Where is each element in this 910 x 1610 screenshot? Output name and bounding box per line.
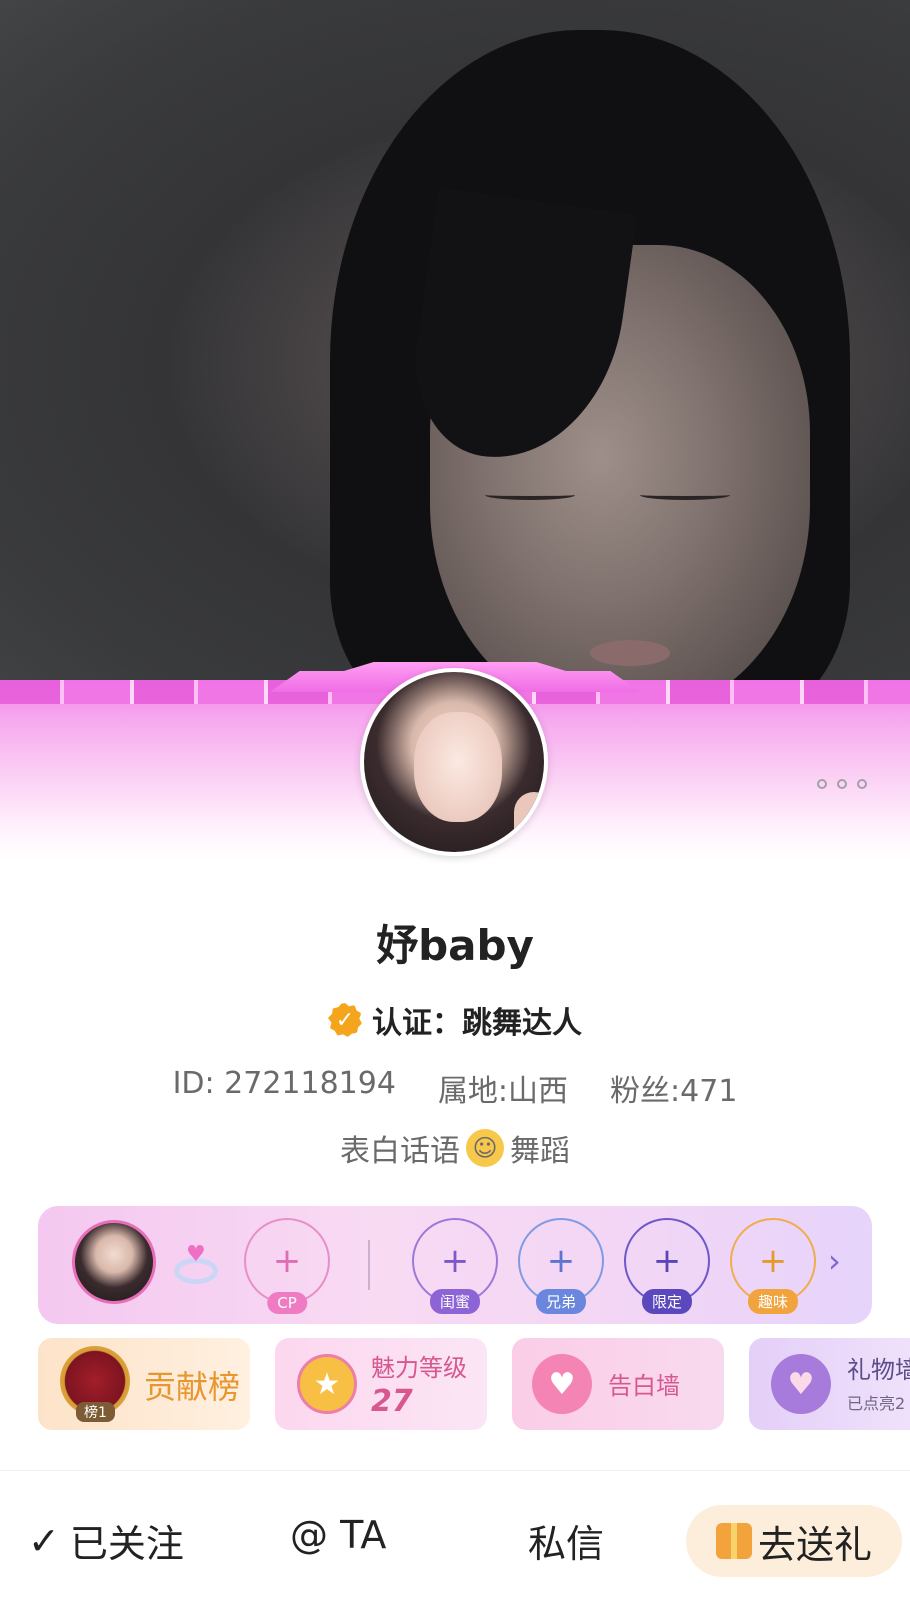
gift-wall-sub: 已点亮2	[847, 1394, 906, 1413]
user-id: ID: 272118194	[172, 1066, 396, 1101]
send-gift-button[interactable]: 去送礼	[686, 1505, 902, 1577]
ring-icon: ♥	[170, 1242, 222, 1286]
cover-eye-left	[485, 490, 575, 500]
plus-icon: +	[440, 1241, 470, 1281]
action-bar: ✓ 已关注 @ TA 私信 去送礼	[0, 1470, 910, 1610]
relation-label: 闺蜜	[429, 1289, 481, 1314]
relation-label: 趣味	[747, 1289, 799, 1314]
relation-slot-fun[interactable]: + 趣味	[730, 1218, 816, 1314]
certification-row: ✓ 认证：跳舞达人	[0, 998, 910, 1042]
profile-avatar[interactable]	[360, 668, 548, 856]
heart-gift-icon: ♥	[771, 1354, 831, 1414]
charm-level-label: 魅力等级	[371, 1354, 467, 1382]
bio: 表白话语 ☺ 舞蹈	[0, 1126, 910, 1170]
verified-badge-icon: ✓	[328, 1003, 362, 1037]
relationship-bar: ♥ + CP + 闺蜜 + 兄弟 + 限定 + 趣味 ›	[38, 1206, 872, 1324]
bio-prefix: 表白话语	[340, 1134, 460, 1169]
relation-label: CP	[267, 1292, 307, 1314]
chevron-right-icon[interactable]: ›	[828, 1242, 841, 1280]
follow-button[interactable]: ✓ 已关注	[28, 1513, 184, 1568]
avatar-face	[414, 712, 502, 822]
relation-slot-brother[interactable]: + 兄弟	[518, 1218, 604, 1314]
send-gift-label: 去送礼	[757, 1522, 872, 1567]
contribution-label: 贡献榜	[144, 1368, 241, 1406]
more-options-icon[interactable]	[817, 776, 877, 792]
message-button[interactable]: 私信	[528, 1513, 604, 1568]
fans-count[interactable]: 粉丝:471	[610, 1066, 737, 1110]
location: 属地:山西	[437, 1074, 569, 1109]
check-icon: ✓	[28, 1518, 60, 1563]
gift-icon	[715, 1523, 752, 1559]
gift-wall-label: 礼物墙	[847, 1356, 910, 1384]
relation-slot-bestie[interactable]: + 闺蜜	[412, 1218, 498, 1314]
charm-level-value: 27	[371, 1384, 413, 1419]
nickname: 妤baby	[376, 921, 534, 970]
charm-level-card[interactable]: ★ 魅力等级 27	[275, 1338, 487, 1430]
relation-slot-cp[interactable]: + CP	[244, 1218, 330, 1314]
mention-button[interactable]: @ TA	[290, 1513, 386, 1557]
relation-avatar[interactable]	[72, 1220, 156, 1304]
confession-wall-card[interactable]: ♥ 告白墙	[512, 1338, 724, 1430]
plus-icon: +	[652, 1241, 682, 1281]
plus-icon: +	[272, 1241, 302, 1281]
divider	[368, 1240, 370, 1290]
confession-wall-label: 告白墙	[608, 1372, 680, 1400]
heart-icon: ♥	[532, 1354, 592, 1414]
gift-wall-card[interactable]: ♥ 礼物墙 已点亮2	[749, 1338, 910, 1430]
cover-lips	[590, 640, 670, 666]
rank-badge: 榜1	[76, 1402, 115, 1422]
plus-icon: +	[758, 1241, 788, 1281]
avatar-hand	[514, 792, 544, 852]
relation-slot-limited[interactable]: + 限定	[624, 1218, 710, 1314]
cover-eye-right	[640, 490, 730, 500]
cover-photo	[0, 0, 910, 700]
relation-label: 兄弟	[535, 1289, 587, 1314]
certification-text: 认证：跳舞达人	[372, 1006, 582, 1041]
profile-meta: ID: 272118194 属地:山西 粉丝:471	[0, 1066, 910, 1110]
smile-emoji-icon: ☺	[466, 1129, 504, 1167]
relation-label: 限定	[641, 1289, 693, 1314]
bio-suffix: 舞蹈	[510, 1134, 570, 1169]
plus-icon: +	[546, 1241, 576, 1281]
star-icon: ★	[297, 1354, 357, 1414]
follow-label: 已关注	[69, 1522, 184, 1566]
contribution-card[interactable]: 榜1 贡献榜	[38, 1338, 250, 1430]
